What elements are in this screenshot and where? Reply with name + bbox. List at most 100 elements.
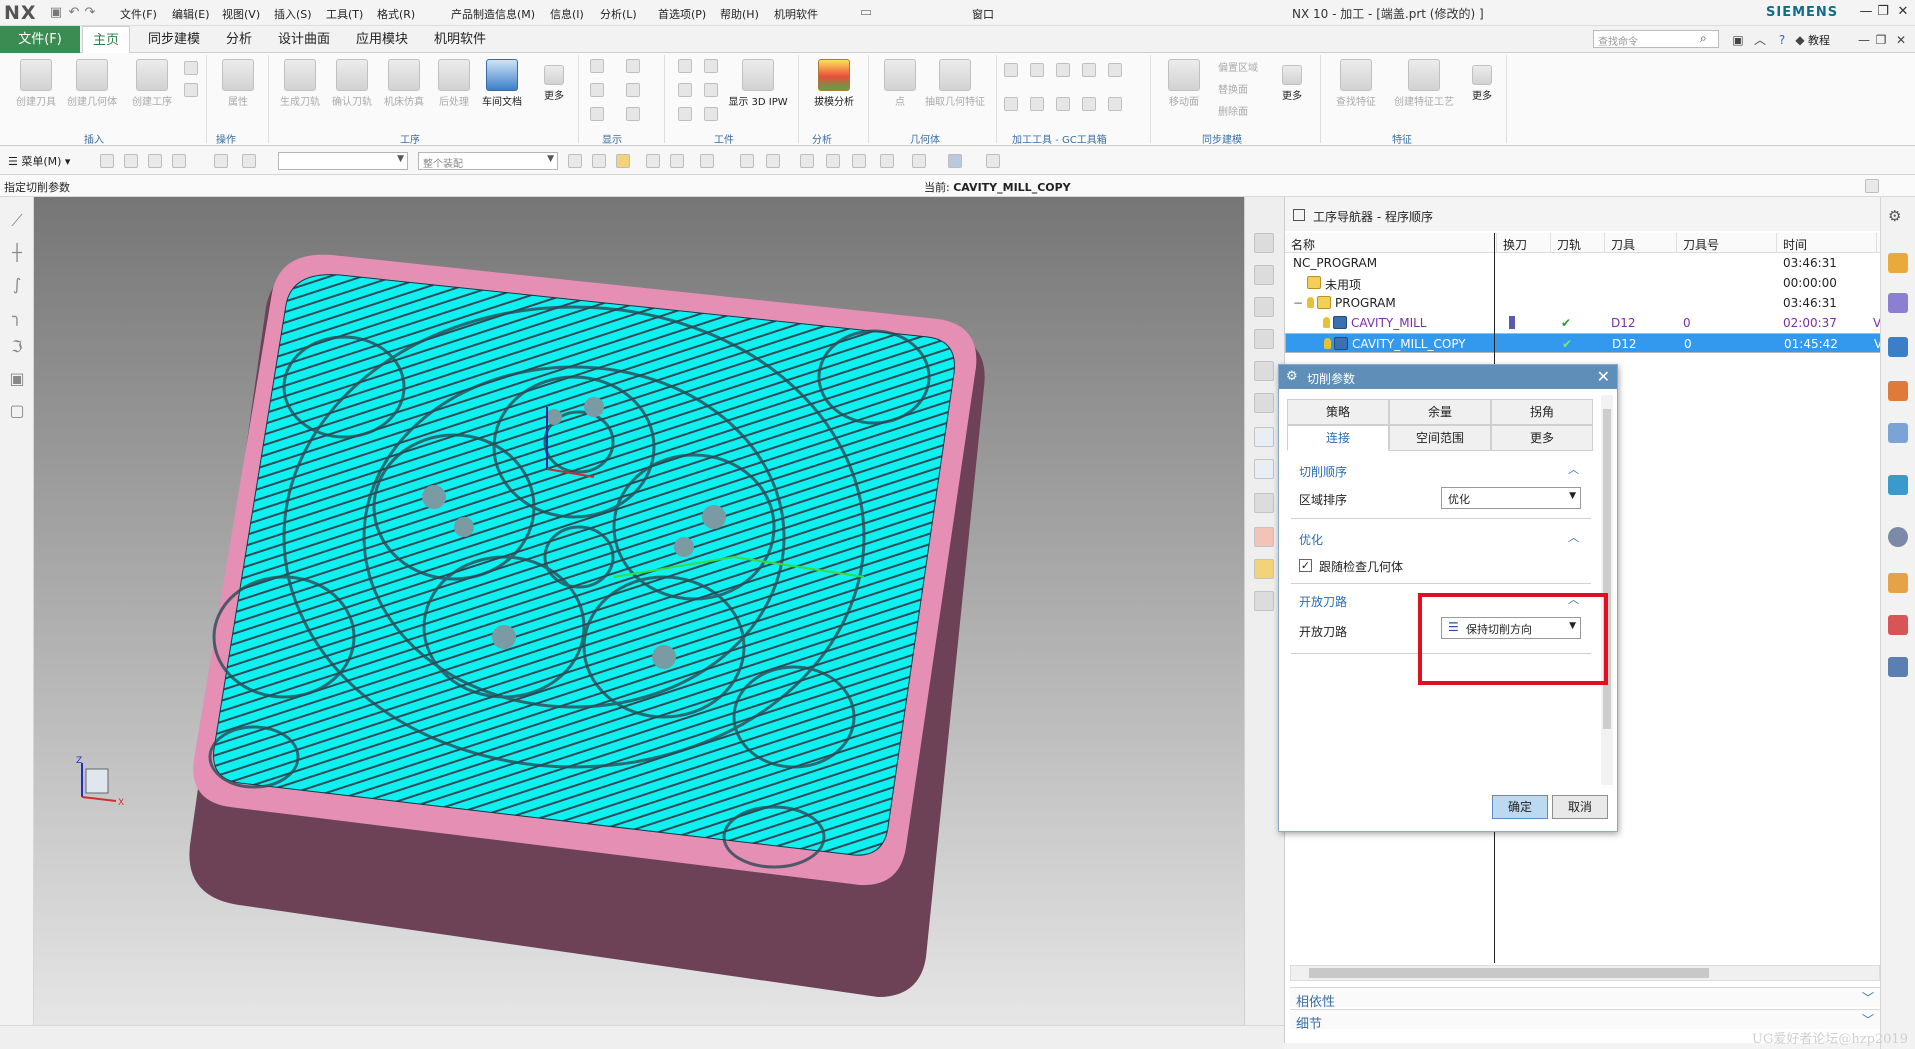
cut-icon[interactable]	[1254, 361, 1274, 381]
dialog-scrollbar[interactable]	[1601, 395, 1613, 785]
column-time[interactable]: 时间	[1777, 233, 1877, 253]
ok-button[interactable]: 确定	[1492, 795, 1548, 819]
menu-view[interactable]: 视图(V)	[222, 6, 260, 22]
fillet-icon[interactable]: ╮	[7, 307, 27, 327]
small-insert-icon-1[interactable]	[184, 61, 198, 75]
menu-help[interactable]: 帮助(H)	[720, 6, 759, 22]
follow-check-geometry-checkbox[interactable]: ✓	[1299, 559, 1312, 572]
dialog-title-bar[interactable]: ⚙ 切削参数 ✕	[1279, 365, 1617, 389]
method-view-icon[interactable]	[1254, 329, 1274, 349]
close-doc-icon[interactable]: ✕	[1893, 32, 1909, 48]
menu-preferences[interactable]: 首选项(P)	[658, 6, 706, 22]
snap-icon-6[interactable]	[700, 154, 714, 168]
table-row[interactable]: 未用项 00:00:00	[1285, 273, 1881, 293]
gc-small-icon-10[interactable]	[1108, 97, 1122, 111]
info-icon[interactable]	[1254, 591, 1274, 611]
display-small-icon-3[interactable]	[590, 83, 604, 97]
offset-region-button[interactable]: 偏置区域	[1218, 59, 1258, 74]
workpiece-small-icon-1[interactable]	[678, 59, 692, 73]
tab-analysis[interactable]: 分析	[216, 26, 262, 53]
replace-face-button[interactable]: 替换面	[1218, 81, 1248, 96]
display-small-icon-4[interactable]	[626, 83, 640, 97]
filter-icon-4[interactable]	[172, 154, 186, 168]
view-icon-2[interactable]	[826, 154, 840, 168]
tab-jiming[interactable]: 机明软件	[424, 26, 496, 53]
program-order-view-icon[interactable]	[1254, 233, 1274, 253]
gc-small-icon-4[interactable]	[1082, 63, 1096, 77]
tab-surface-design[interactable]: 设计曲面	[268, 26, 340, 53]
tab-more[interactable]: 更多	[1491, 425, 1593, 451]
gc-small-icon-2[interactable]	[1030, 63, 1044, 77]
snap-icon-8[interactable]	[766, 154, 780, 168]
close-icon[interactable]: ✕	[1893, 3, 1913, 21]
gc-small-icon-8[interactable]	[1056, 97, 1070, 111]
display-small-icon-5[interactable]	[590, 107, 604, 121]
gc-small-icon-6[interactable]	[1004, 97, 1018, 111]
create-feature-process-button[interactable]: 创建特征工艺	[1386, 57, 1462, 108]
part-navigator-icon[interactable]	[1888, 337, 1908, 357]
tab-applications[interactable]: 应用模块	[346, 26, 418, 53]
wrench-icon[interactable]	[1254, 559, 1274, 579]
chevron-up-icon[interactable]: ︿	[1568, 529, 1579, 545]
generate-toolpath-button[interactable]: 生成刀轨	[272, 57, 328, 108]
menu-jiming[interactable]: 机明软件	[774, 6, 818, 22]
menu-window[interactable]: 窗口	[972, 6, 994, 22]
chevron-up-icon[interactable]: ︿	[1568, 461, 1579, 477]
machine-simulation-button[interactable]: 机床仿真	[376, 57, 432, 108]
collapse-icon[interactable]: −	[1293, 296, 1303, 310]
section-cut-order[interactable]: 切削顺序	[1299, 463, 1347, 480]
assembly-filter-select[interactable]: 整个装配 ▼	[418, 152, 558, 170]
view-icon-7[interactable]	[986, 154, 1000, 168]
minimize-doc-icon[interactable]: —	[1856, 32, 1872, 48]
tab-containment[interactable]: 空间范围	[1389, 425, 1491, 451]
tab-corners[interactable]: 拐角	[1491, 399, 1593, 425]
extract-geometry-button[interactable]: 抽取几何特征	[920, 57, 990, 108]
history-icon[interactable]	[1888, 527, 1908, 547]
replay-icon[interactable]	[1254, 459, 1274, 479]
copy-icon[interactable]	[1254, 393, 1274, 413]
constraint-navigator-icon[interactable]	[1888, 293, 1908, 313]
create-geometry-button[interactable]: 创建几何体	[64, 57, 120, 108]
graduation-cap-icon[interactable]: ◆	[1792, 32, 1808, 48]
create-tool-button[interactable]: 创建刀具	[8, 57, 64, 108]
gc-small-icon-1[interactable]	[1004, 63, 1018, 77]
table-row-selected[interactable]: CAVITY_MILL_COPY ✔ D12 0 01:45:42 V	[1285, 333, 1882, 353]
sync-more-button[interactable]: 更多	[1264, 57, 1320, 102]
create-operation-button[interactable]: 创建工序	[124, 57, 180, 108]
section-optimization[interactable]: 优化	[1299, 531, 1323, 548]
small-insert-icon-2[interactable]	[184, 83, 198, 97]
line-icon[interactable]: ┼	[7, 243, 27, 263]
machine-tool-view-icon[interactable]	[1254, 265, 1274, 285]
table-row[interactable]: NC_PROGRAM 03:46:31	[1285, 253, 1881, 273]
filter-icon-1[interactable]	[100, 154, 114, 168]
full-screen-icon[interactable]	[1865, 179, 1879, 193]
menu-button[interactable]: ☰ 菜单(M) ▾	[8, 153, 70, 169]
tab-strategy[interactable]: 策略	[1287, 399, 1389, 425]
search-icon[interactable]: ⌕	[1700, 31, 1707, 46]
snap-icon-2[interactable]	[592, 154, 606, 168]
view-icon-1[interactable]	[800, 154, 814, 168]
table-row[interactable]: CAVITY_MILL ✔ D12 0 02:00:37 V	[1285, 313, 1881, 333]
menu-pmi[interactable]: 产品制造信息(M)	[451, 6, 535, 22]
ops-more-button[interactable]: 更多	[526, 57, 582, 102]
menu-file[interactable]: 文件(F)	[120, 6, 157, 22]
geometry-view-icon[interactable]	[1254, 297, 1274, 317]
close-icon[interactable]: ✕	[1597, 367, 1610, 386]
undo-icon[interactable]: ↶	[66, 5, 82, 21]
display-small-icon-1[interactable]	[590, 59, 604, 73]
region-sort-select[interactable]: 优化 ▼	[1441, 487, 1581, 509]
arc-icon[interactable]: ∫	[7, 275, 27, 295]
reuse-library-icon[interactable]	[1888, 381, 1908, 401]
snap-icon-3[interactable]	[616, 154, 630, 168]
column-tool-number[interactable]: 刀具号	[1677, 233, 1777, 253]
snap-icon-5[interactable]	[670, 154, 684, 168]
move-face-button[interactable]: 移动面	[1156, 57, 1212, 108]
draft-analysis-button[interactable]: 拔模分析	[806, 57, 862, 108]
block-icon[interactable]: ▣	[7, 369, 27, 389]
details-panel[interactable]: 细节 ﹀	[1290, 1009, 1880, 1032]
view-icon-4[interactable]	[880, 154, 894, 168]
type-filter-select[interactable]: ▼	[278, 152, 408, 170]
redo-icon[interactable]: ↷	[82, 5, 98, 21]
tab-sync-modeling[interactable]: 同步建模	[138, 26, 210, 53]
system-material-icon[interactable]	[1888, 615, 1908, 635]
